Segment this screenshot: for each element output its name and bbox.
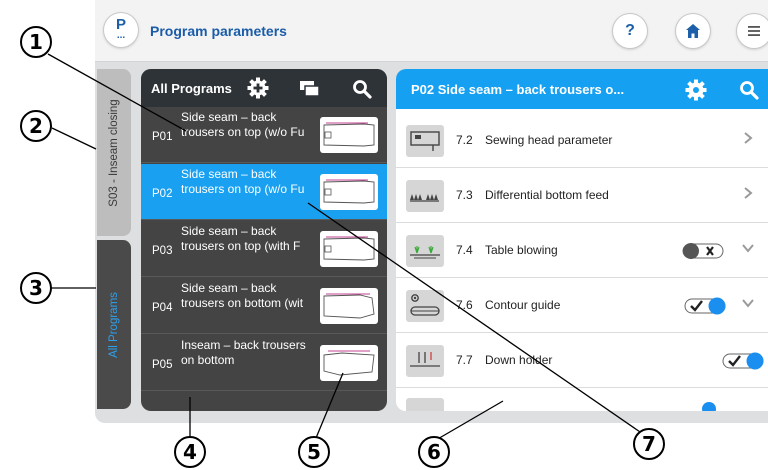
callout-3: 3 [20, 272, 52, 304]
callout-7: 7 [633, 428, 665, 460]
callout-2: 2 [20, 110, 52, 142]
callout-5: 5 [298, 436, 330, 468]
callout-4: 4 [174, 436, 206, 468]
figure: P ... Program parameters ? S03 - Inseam … [0, 0, 768, 470]
callout-leader-lines [47, 53, 644, 441]
callout-1: 1 [20, 26, 52, 58]
callout-6: 6 [418, 436, 450, 468]
